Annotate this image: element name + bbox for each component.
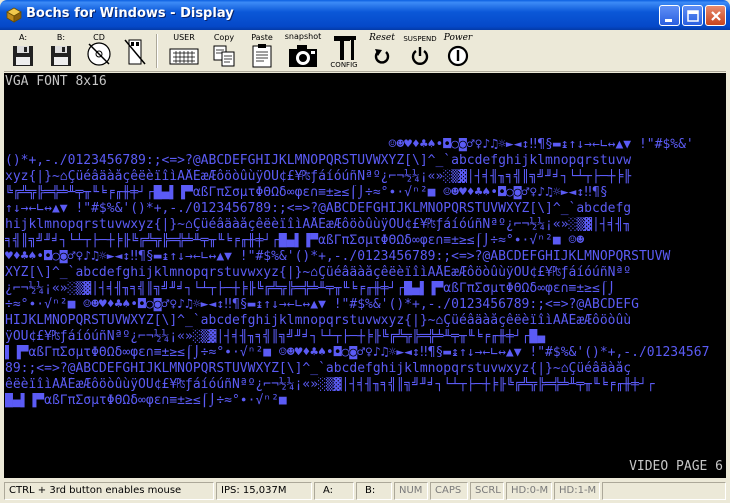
status-floppy-a: A: (314, 482, 354, 500)
snapshot-button[interactable]: snapshot (284, 32, 322, 70)
glyph-row: ÷≈°∙·√ⁿ²■ ☺☻♥♦♣♠•◘○◙♂♀♪♫☼►◄↕‼¶§▬↨↑↓→←∟↔▲… (5, 297, 639, 312)
vga-glyph-grid: ☺☻♥♦♣♠•◘○◙♂♀♪♫☼►◄↕‼¶§▬↨↑↓→←∟↔▲▼ !"#$%&' … (5, 137, 725, 409)
glyph-row: ↑↓→←∟↔▲▼ !"#$%&'()*+,-./0123456789:;<=>?… (5, 201, 632, 216)
toolbar-separator (156, 34, 158, 68)
status-scroll-lock: SCRL (470, 482, 504, 500)
floppy-disk-icon (13, 46, 33, 66)
glyph-row: ╚╔╩╦╠═╬╧╨╤╥╙╘╒╓╫╪┘┌█▄▌▐▀αßΓπΣσµτΦΘΩδ∞φε∩… (5, 185, 608, 200)
suspend-button[interactable]: SUSPEND (402, 32, 438, 70)
status-empty-field (602, 482, 726, 500)
vga-display[interactable]: VGA FONT 8x16 ☺☻♥♦♣♠•◘○◙♂♀♪♫☼►◄↕‼¶§▬↨↑↓→… (4, 73, 726, 478)
glyph-row: XYZ[\]^_`abcdefghijklmnopqrstuvwxyz{|}~⌂… (5, 265, 632, 280)
floppy-b-button[interactable]: B: (46, 32, 76, 70)
usb-disabled-icon (124, 39, 146, 65)
glyph-row: xyz{|}~⌂ÇüéâäàåçêëèïîìÄÅÉæÆôöòûùÿÖÜ¢£¥₧ƒ… (5, 169, 632, 184)
status-ips: IPS: 15,037M (216, 482, 312, 500)
minimize-button[interactable] (659, 5, 680, 26)
status-floppy-b: B: (356, 482, 392, 500)
floppy-b-label: B: (56, 33, 66, 42)
toolbar: A: B: CD USER Copy Paste snapshot CONFIG… (4, 30, 726, 72)
config-tools-icon (334, 36, 356, 60)
glyph-row: hijklmnopqrstuvwxyz{|}~⌂ÇüéâäàåçêëèïîìÄÅ… (5, 217, 632, 232)
snapshot-label: snapshot (284, 32, 322, 41)
video-page-label: VIDEO PAGE 6 (629, 459, 723, 474)
paste-label: Paste (251, 33, 273, 42)
power-button[interactable]: Power (440, 32, 476, 70)
keyboard-icon (169, 48, 199, 65)
copy-icon (213, 45, 235, 67)
reset-icon (374, 49, 390, 64)
cdrom-disabled-icon (87, 42, 111, 66)
close-button[interactable] (705, 5, 726, 26)
status-hd0: HD:0-M (506, 482, 552, 500)
copy-label: Copy (213, 33, 235, 42)
config-label: CONFIG (330, 61, 358, 69)
glyph-row: êëèïîìÄÅÉæÆôöòûùÿÖÜ¢£¥₧ƒáíóúñÑªº¿⌐¬½¼¡«»… (5, 377, 655, 392)
bochs-app-icon[interactable] (6, 7, 22, 23)
status-caps-lock: CAPS (430, 482, 468, 500)
close-icon (711, 11, 721, 21)
glyph-row: ¿⌐¬½¼¡«»░▒▓│┤╡╢╖╕╣║╗╝╜╛┐└┴┬├─┼╞╟╚╔╩╦╠═╬╧… (5, 281, 616, 296)
status-bar: CTRL + 3rd button enables mouse IPS: 15,… (4, 481, 726, 501)
status-num-lock: NUM (394, 482, 428, 500)
glyph-row: HIJKLMNOPQRSTUVWXYZ[\]^_`abcdefghijklmno… (5, 313, 632, 328)
config-button[interactable]: CONFIG (328, 32, 360, 70)
power-icon (447, 45, 469, 67)
glyph-row: █▄▌▐▀αßΓπΣσµτΦΘΩδ∞φε∩≡±≥≤⌠⌡÷≈°∙·√ⁿ²■ (5, 393, 287, 408)
floppy-a-label: A: (18, 33, 28, 42)
suspend-label: SUSPEND (403, 35, 437, 43)
status-hd1: HD:1-M (554, 482, 600, 500)
floppy-a-button[interactable]: A: (8, 32, 38, 70)
glyph-row: ()*+,-./0123456789:;<=>?@ABCDEFGHIJKLMNO… (5, 153, 632, 168)
maximize-button[interactable] (682, 5, 703, 26)
reset-label: Reset (369, 33, 395, 43)
copy-button[interactable]: Copy (208, 32, 240, 70)
glyph-row: ÿÖÜ¢£¥₧ƒáíóúñÑªº¿⌐¬½¼¡«»░▒▓│┤╡╢╖╕╣║╗╝╜╛┐… (5, 329, 546, 344)
user-label: USER (173, 33, 195, 42)
status-mouse-hint: CTRL + 3rd button enables mouse (4, 482, 214, 500)
paste-clipboard-icon (252, 44, 272, 68)
paste-button[interactable]: Paste (246, 32, 278, 70)
glyph-row: ▌▐▀αßΓπΣσµτΦΘΩδ∞φε∩≡±≥≤⌠⌡÷≈°∙·√ⁿ²■ ☺☻♥♦♣… (5, 345, 710, 360)
camera-icon (289, 45, 317, 67)
glyph-row: ╕╣║╗╝╜╛┐└┴┬├─┼╞╟╚╔╩╦╠═╬╧╨╤╥╙╘╒╓╫╪┘┌█▄▌▐▀… (5, 233, 585, 248)
reset-button[interactable]: Reset (366, 32, 398, 70)
glyph-row: ☺☻♥♦♣♠•◘○◙♂♀♪♫☼►◄↕‼¶§▬↨↑↓→←∟↔▲▼ !"#$%&' (5, 137, 694, 152)
minimize-icon (665, 19, 672, 22)
cdrom-button[interactable]: CD (84, 32, 114, 70)
glyph-row: 89:;<=>?@ABCDEFGHIJKLMNOPQRSTUVWXYZ[\]^_… (5, 361, 632, 376)
power-label: Power (443, 33, 473, 43)
vga-font-heading: VGA FONT 8x16 (5, 74, 107, 89)
glyph-row: ♥♦♣♠•◘○◙♂♀♪♫☼►◄↕‼¶§▬↨↑↓→←∟↔▲▼ !"#$%&'()*… (5, 249, 671, 264)
floppy-disk-icon (51, 46, 71, 66)
maximize-icon (687, 10, 699, 22)
title-bar[interactable]: Bochs for Windows - Display (0, 0, 730, 30)
usb-button[interactable] (120, 32, 150, 70)
user-button[interactable]: USER (166, 32, 202, 70)
suspend-power-icon (411, 47, 429, 65)
window-title: Bochs for Windows - Display (26, 6, 234, 21)
